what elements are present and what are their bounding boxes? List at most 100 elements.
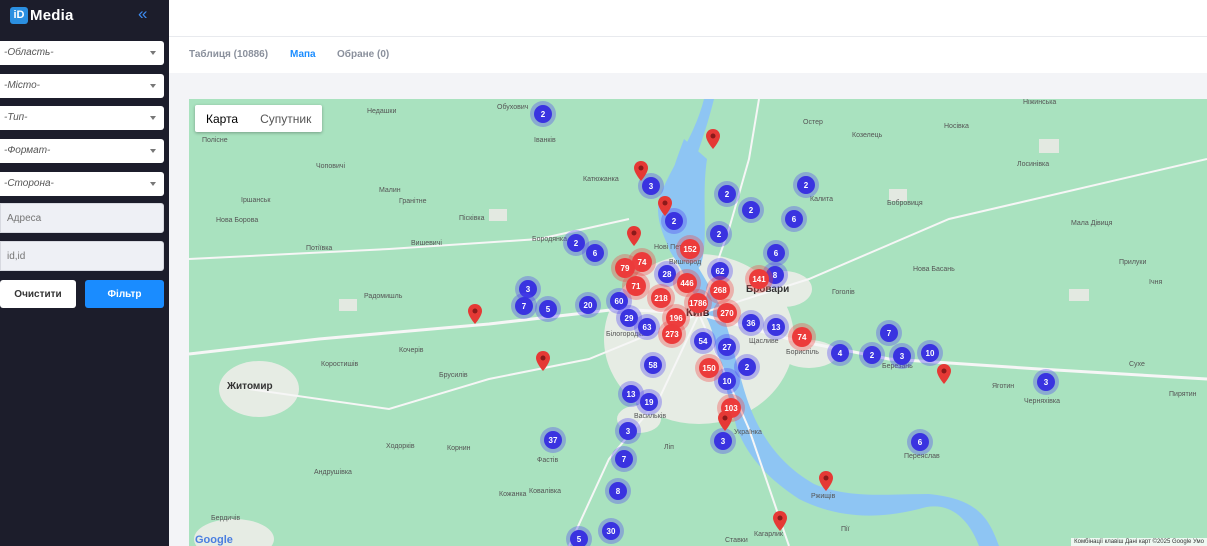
map-cluster[interactable]: 1786: [688, 293, 708, 313]
map-cluster[interactable]: 3: [714, 432, 732, 450]
map-cluster[interactable]: 2: [863, 346, 881, 364]
map-cluster[interactable]: 446: [677, 273, 697, 293]
map-cluster[interactable]: 74: [792, 327, 812, 347]
map-cluster[interactable]: 2: [567, 234, 585, 252]
region-select[interactable]: -Область-: [0, 41, 164, 65]
map-label: Калита: [810, 196, 833, 203]
map-cluster[interactable]: 2: [742, 201, 760, 219]
map-cluster[interactable]: 2: [534, 105, 552, 123]
map-cluster[interactable]: 60: [610, 292, 628, 310]
chevron-down-icon: [150, 116, 156, 120]
map-label: Радомишль: [364, 293, 403, 300]
map-cluster[interactable]: 6: [911, 433, 929, 451]
map-cluster[interactable]: 152: [680, 239, 700, 259]
map-label: Кожанка: [499, 491, 527, 498]
map-cluster[interactable]: 62: [711, 262, 729, 280]
map-pin-icon[interactable]: [718, 411, 732, 431]
map-cluster[interactable]: 19: [640, 393, 658, 411]
map-label: Полісне: [202, 137, 228, 144]
map-pin-icon[interactable]: [706, 129, 720, 149]
map-cluster[interactable]: 13: [622, 385, 640, 403]
map-cluster[interactable]: 3: [519, 280, 537, 298]
map-cluster[interactable]: 29: [620, 309, 638, 327]
map-cluster[interactable]: 27: [718, 338, 736, 356]
map-cluster[interactable]: 218: [651, 288, 671, 308]
map-pin-icon[interactable]: [536, 351, 550, 371]
map-cluster[interactable]: 7: [515, 297, 533, 315]
map-pin-icon[interactable]: [634, 161, 648, 181]
map-cluster[interactable]: 54: [694, 332, 712, 350]
logo[interactable]: iD Media: [10, 6, 74, 24]
map-cluster[interactable]: 2: [797, 176, 815, 194]
map-cluster[interactable]: 30: [602, 522, 620, 540]
map-cluster[interactable]: 273: [662, 324, 682, 344]
ids-input[interactable]: [0, 241, 164, 271]
map-cluster[interactable]: 268: [710, 280, 730, 300]
map[interactable]: Недашки Обухович Іванків Полісне Чопович…: [189, 99, 1207, 546]
map-cluster[interactable]: 6: [767, 244, 785, 262]
format-select[interactable]: -Формат-: [0, 139, 164, 163]
city-select[interactable]: -Місто-: [0, 74, 164, 98]
map-cluster[interactable]: 7: [615, 450, 633, 468]
map-cluster[interactable]: 3: [1037, 373, 1055, 391]
map-label: Ліп: [664, 444, 674, 451]
map-pin-icon[interactable]: [937, 364, 951, 384]
map-cluster[interactable]: 3: [619, 422, 637, 440]
map-cluster[interactable]: 74: [632, 252, 652, 272]
map-cluster[interactable]: 150: [699, 358, 719, 378]
map-cluster[interactable]: 6: [586, 244, 604, 262]
map-label: Іванків: [534, 137, 556, 144]
map-cluster[interactable]: 28: [658, 265, 676, 283]
filter-button[interactable]: Фільтр: [85, 280, 164, 308]
map-cluster[interactable]: 141: [749, 269, 769, 289]
map-cluster[interactable]: 63: [638, 318, 656, 336]
map-cluster[interactable]: 5: [539, 300, 557, 318]
type-select[interactable]: -Тип-: [0, 106, 164, 130]
clear-button[interactable]: Очистити: [0, 280, 76, 308]
map-cluster[interactable]: 8: [609, 482, 627, 500]
map-cluster[interactable]: 36: [742, 314, 760, 332]
map-cluster[interactable]: 4: [831, 344, 849, 362]
map-label: Бориспіль: [786, 349, 819, 356]
tab-favorites[interactable]: Обране (0): [337, 49, 389, 60]
village-patch: [1069, 289, 1089, 301]
tab-map[interactable]: Мапа: [290, 49, 316, 60]
collapse-sidebar-icon[interactable]: «: [138, 4, 147, 24]
map-cluster[interactable]: 37: [544, 431, 562, 449]
logo-text: Media: [30, 6, 74, 24]
map-cluster[interactable]: 2: [738, 358, 756, 376]
map-cluster[interactable]: 20: [579, 296, 597, 314]
map-label: Ковалівка: [529, 488, 561, 495]
map-cluster[interactable]: 13: [767, 318, 785, 336]
map-pin-icon[interactable]: [468, 304, 482, 324]
map-pin-icon[interactable]: [819, 471, 833, 491]
map-label: Мала Дівиця: [1071, 220, 1113, 227]
map-cluster[interactable]: 7: [880, 324, 898, 342]
map-cluster[interactable]: 270: [717, 303, 737, 323]
region-select-value: -Область-: [4, 47, 54, 58]
map-pin-icon[interactable]: [773, 511, 787, 531]
map-pin-icon[interactable]: [658, 196, 672, 216]
map-cluster[interactable]: 71: [626, 276, 646, 296]
map-pin-icon[interactable]: [627, 226, 641, 246]
map-cluster[interactable]: 5: [570, 530, 588, 546]
map-attribution: Комбінації клавіш Дані карт ©2025 Google…: [1071, 538, 1207, 546]
map-cluster[interactable]: 3: [893, 347, 911, 365]
map-cluster[interactable]: 58: [644, 356, 662, 374]
map-cluster[interactable]: 79: [615, 258, 635, 278]
tab-table[interactable]: Таблиця (10886): [189, 49, 268, 60]
map-cluster[interactable]: 6: [785, 210, 803, 228]
side-select[interactable]: -Сторона-: [0, 172, 164, 196]
map-cluster[interactable]: 2: [710, 225, 728, 243]
village-patch: [339, 299, 357, 311]
address-input[interactable]: [0, 203, 164, 233]
map-cluster[interactable]: 10: [921, 344, 939, 362]
map-label: Бородянка: [532, 236, 567, 243]
map-label: Іршанськ: [241, 197, 271, 204]
map-cluster[interactable]: 2: [718, 185, 736, 203]
map-type-control: Карта Супутник: [195, 105, 323, 132]
map-label: Малин: [379, 187, 401, 194]
map-type-map-button[interactable]: Карта: [195, 105, 249, 132]
map-cluster[interactable]: 10: [718, 372, 736, 390]
map-type-satellite-button[interactable]: Супутник: [249, 105, 322, 132]
